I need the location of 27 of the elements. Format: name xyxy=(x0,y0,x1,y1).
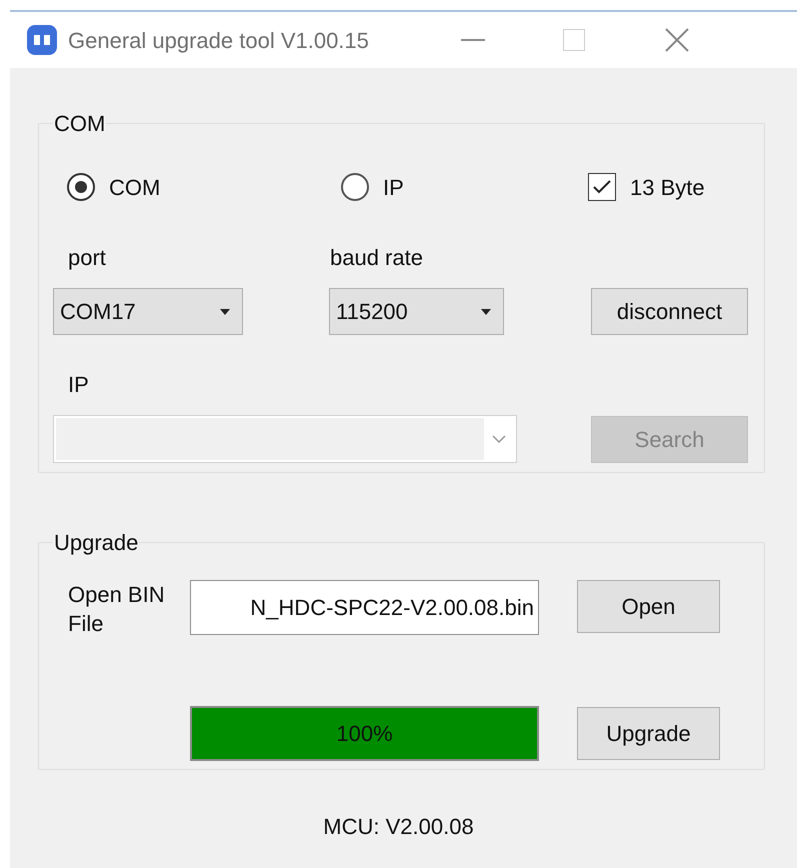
file-path-field[interactable]: N_HDC-SPC22-V2.00.08.bin xyxy=(190,580,539,635)
caret-icon xyxy=(220,308,230,314)
radio-button[interactable]: COM xyxy=(67,170,160,204)
close-icon[interactable] xyxy=(664,28,689,52)
window-title: General upgrade tool V1.00.15 xyxy=(68,26,369,55)
chevron-down-icon xyxy=(492,435,506,443)
radio-button[interactable]: IP xyxy=(341,170,404,204)
button[interactable]: disconnect xyxy=(591,288,748,335)
mcu-version: MCU: V2.00.08 xyxy=(323,813,474,841)
ip-dropdown[interactable] xyxy=(53,415,517,463)
ip-label: IP xyxy=(68,372,89,397)
progress-percentage: 100% xyxy=(335,720,394,748)
check-icon xyxy=(593,180,611,194)
baud-rate-label: baud rate xyxy=(330,244,423,272)
caret-icon xyxy=(481,308,491,314)
file-label: Open BIN File xyxy=(68,581,166,638)
checkbox[interactable]: 13 Byte xyxy=(588,170,705,204)
dropdown[interactable]: COM17 xyxy=(53,288,243,335)
group-title: COM xyxy=(53,110,106,138)
button[interactable]: Open xyxy=(577,580,720,633)
app-icon xyxy=(27,25,57,55)
dropdown[interactable]: 115200 xyxy=(329,288,504,335)
maximize-icon[interactable] xyxy=(562,29,585,51)
button[interactable]: Upgrade xyxy=(577,707,720,760)
group-title: Upgrade xyxy=(53,529,140,557)
port-label: port xyxy=(68,244,107,272)
minimize-icon[interactable] xyxy=(460,39,485,41)
